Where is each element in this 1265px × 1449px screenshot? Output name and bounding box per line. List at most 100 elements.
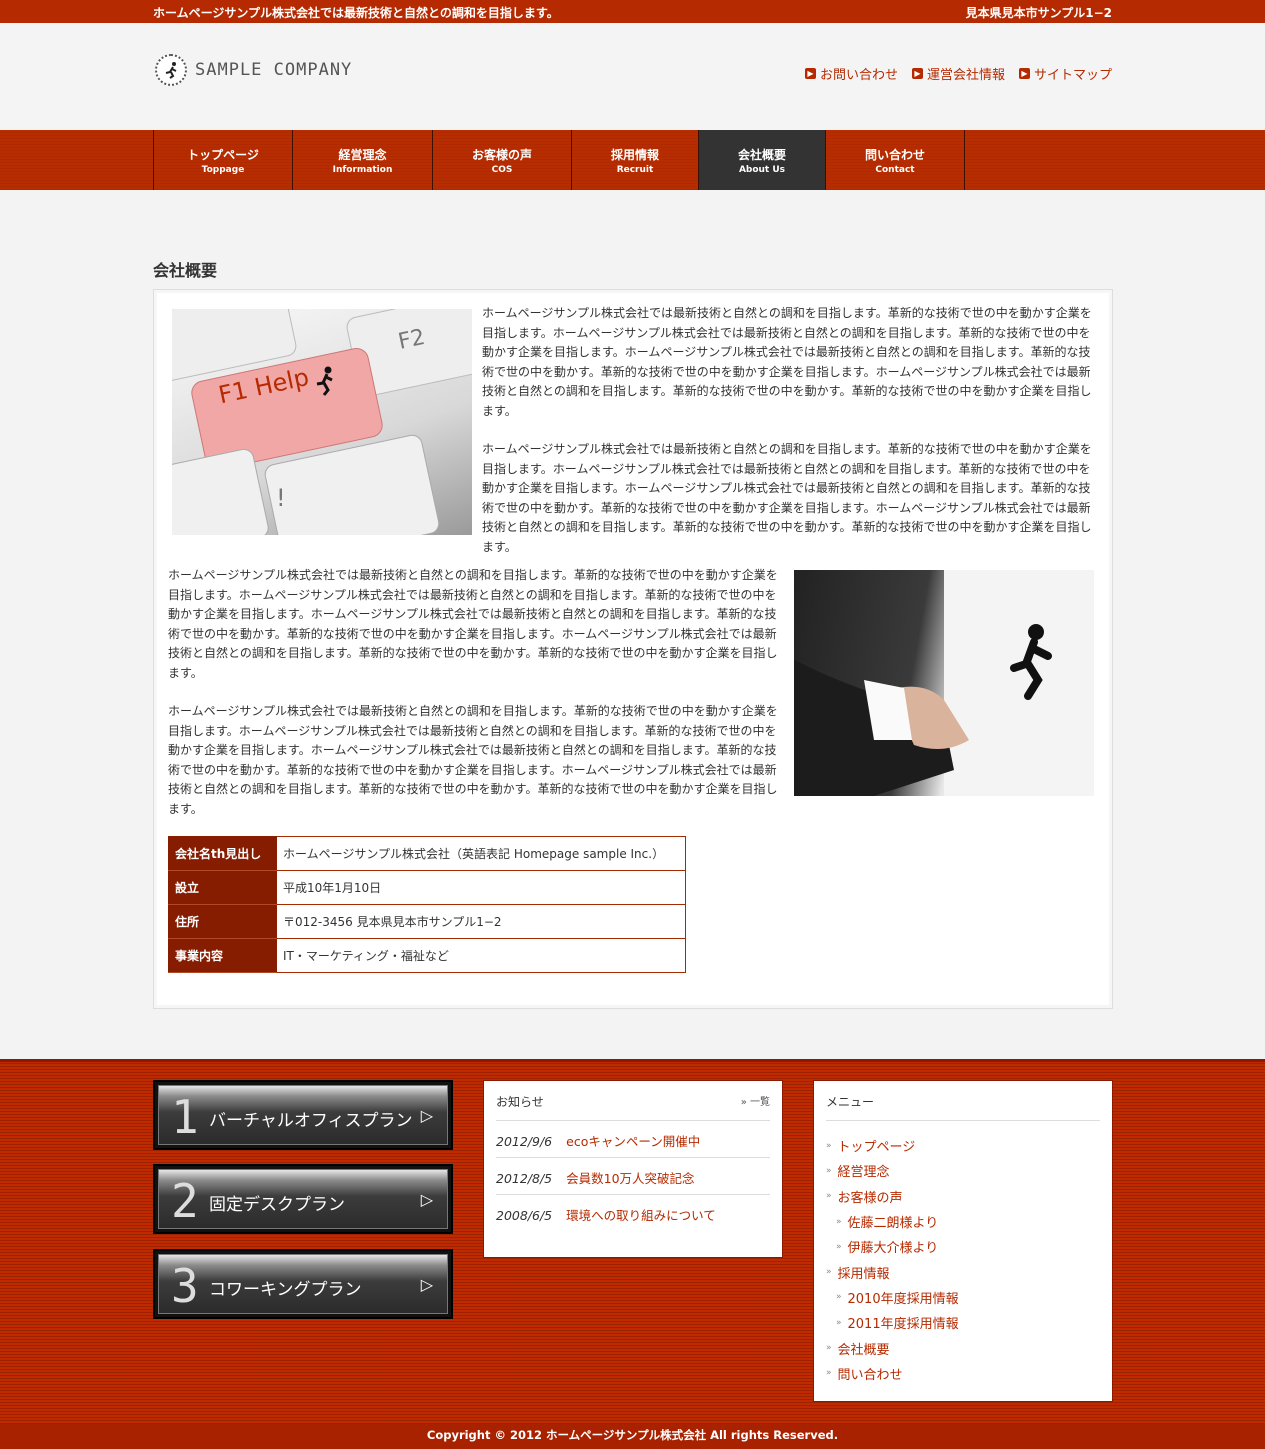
table-header-cell: 設立 bbox=[168, 870, 277, 905]
menu-heading: メニュー bbox=[826, 1095, 875, 1109]
news-item: 2012/9/6 ecoキャンペーン開催中 bbox=[496, 1121, 770, 1158]
nav-item-about-us[interactable]: 会社概要 About Us bbox=[699, 130, 826, 190]
svg-text:!: ! bbox=[276, 484, 286, 512]
menu-box: メニュー » トップページ » 経営理念 » お客様の声 » 佐藤二朗様より » 伊藤大介… bbox=[813, 1080, 1113, 1402]
nav-item-information[interactable]: 経営理念 Information bbox=[293, 130, 433, 190]
plan-label: 固定デスクプラン bbox=[209, 1195, 345, 1215]
laptop-hand-image bbox=[794, 570, 1094, 796]
news-box: お知らせ » 一覧 2012/9/6 ecoキャンペーン開催中 2012/8/5… bbox=[483, 1080, 783, 1258]
header: SAMPLE COMPANY ▶ お問い合わせ ▶ 運営会社情報 ▶ サイトマッ… bbox=[0, 23, 1265, 130]
menu-item-label: 採用情報 bbox=[837, 1266, 890, 1282]
news-more-link[interactable]: » 一覧 bbox=[741, 1093, 770, 1110]
plan-label: バーチャルオフィスプラン bbox=[209, 1111, 413, 1131]
news-title-link[interactable]: ecoキャンペーン開催中 bbox=[566, 1134, 700, 1149]
plan-banner-virtual-office[interactable]: 1 バーチャルオフィスプラン ▷ bbox=[153, 1080, 453, 1150]
header-link-label: お問い合わせ bbox=[819, 68, 898, 83]
body-paragraph-1: ホームページサンプル株式会社では最新技術と自然との調和を目指します。革新的な技術… bbox=[168, 568, 778, 680]
table-header-cell: 事業内容 bbox=[168, 938, 277, 973]
triangle-right-icon: ▷ bbox=[420, 1190, 433, 1209]
plan-label: コワーキングプラン bbox=[209, 1280, 362, 1300]
double-chevron-icon: » bbox=[826, 1165, 832, 1176]
table-row: 設立 平成10年1月10日 bbox=[168, 870, 686, 905]
table-cell: 平成10年1月10日 bbox=[276, 870, 686, 905]
triangle-right-icon: ▷ bbox=[420, 1275, 433, 1294]
menu-item-label: 佐藤二朗様より bbox=[847, 1216, 939, 1232]
nav-label-en: Contact bbox=[875, 164, 915, 175]
keyboard-help-image: F1 Help F2 ! bbox=[172, 309, 472, 535]
double-chevron-icon: » bbox=[826, 1343, 832, 1354]
news-item: 2008/6/5 環境への取り組みについて bbox=[496, 1195, 770, 1231]
nav-item-toppage[interactable]: トップページ Toppage bbox=[154, 130, 293, 190]
table-header-cell: 会社名th見出し bbox=[168, 836, 277, 871]
menu-subitem-ito[interactable]: » 伊藤大介様より bbox=[826, 1234, 1100, 1259]
plan-banner-bg: 3 コワーキングプラン ▷ bbox=[158, 1254, 448, 1314]
nav-label-en: About Us bbox=[738, 164, 786, 175]
news-date: 2012/9/6 bbox=[496, 1134, 553, 1149]
table-cell: 〒012-3456 見本県見本市サンプル1−2 bbox=[276, 904, 686, 939]
body-paragraph-2: ホームページサンプル株式会社では最新技術と自然との調和を目指します。革新的な技術… bbox=[168, 704, 778, 816]
double-chevron-icon: » bbox=[836, 1292, 842, 1303]
menu-item-label: 会社概要 bbox=[837, 1342, 890, 1358]
header-link-sitemap[interactable]: ▶ サイトマップ bbox=[1018, 64, 1112, 83]
double-chevron-icon: » bbox=[836, 1317, 842, 1328]
menu-item-toppage[interactable]: » トップページ bbox=[826, 1133, 1100, 1158]
nav-label-ja: 経営理念 bbox=[338, 147, 387, 162]
plan-banner-bg: 1 バーチャルオフィスプラン ▷ bbox=[158, 1085, 448, 1145]
plan-number: 2 bbox=[171, 1174, 199, 1228]
nav-item-contact[interactable]: 問い合わせ Contact bbox=[826, 130, 965, 190]
news-title-link[interactable]: 会員数10万人突破記念 bbox=[566, 1171, 694, 1186]
menu-item-label: トップページ bbox=[837, 1140, 916, 1156]
menu-item-recruit[interactable]: » 採用情報 bbox=[826, 1259, 1100, 1284]
nav-label-ja: お客様の声 bbox=[471, 147, 532, 162]
double-chevron-icon: » bbox=[826, 1267, 832, 1278]
plan-number: 1 bbox=[171, 1090, 199, 1144]
menu-subitem-recruit-2011[interactable]: » 2011年度採用情報 bbox=[826, 1310, 1100, 1335]
arrow-right-icon: ▶ bbox=[804, 68, 816, 79]
nav-label-ja: 会社概要 bbox=[737, 147, 786, 162]
news-date: 2008/6/5 bbox=[496, 1208, 553, 1223]
menu-item-label: 2010年度採用情報 bbox=[847, 1291, 959, 1307]
header-link-company-info[interactable]: ▶ 運営会社情報 bbox=[911, 64, 1005, 83]
global-nav: トップページ Toppage 経営理念 Information お客様の声 CO… bbox=[0, 130, 1265, 190]
news-title-link[interactable]: 環境への取り組みについて bbox=[566, 1208, 716, 1223]
nav-label-en: COS bbox=[491, 164, 513, 175]
news-more-label: 一覧 bbox=[750, 1097, 770, 1108]
arrow-right-icon: ▶ bbox=[911, 68, 923, 79]
table-row: 住所 〒012-3456 見本県見本市サンプル1−2 bbox=[168, 904, 686, 939]
menu-item-label: 2011年度採用情報 bbox=[847, 1317, 959, 1333]
arrow-right-icon: ▶ bbox=[1018, 68, 1030, 79]
intro-paragraph-2: ホームページサンプル株式会社では最新技術と自然との調和を目指します。革新的な技術… bbox=[482, 442, 1092, 554]
menu-item-label: お客様の声 bbox=[837, 1190, 903, 1206]
menu-item-about[interactable]: » 会社概要 bbox=[826, 1335, 1100, 1360]
nav-item-cos[interactable]: お客様の声 COS bbox=[433, 130, 572, 190]
running-man-icon bbox=[155, 54, 187, 86]
double-chevron-icon: » bbox=[836, 1241, 842, 1252]
plan-banner-coworking[interactable]: 3 コワーキングプラン ▷ bbox=[153, 1249, 453, 1319]
menu-item-contact[interactable]: » 問い合わせ bbox=[826, 1361, 1100, 1386]
header-link-label: 運営会社情報 bbox=[926, 68, 1005, 83]
nav-item-recruit[interactable]: 採用情報 Recruit bbox=[572, 130, 699, 190]
plan-number: 3 bbox=[171, 1259, 199, 1313]
menu-item-voices[interactable]: » お客様の声 bbox=[826, 1184, 1100, 1209]
double-chevron-icon: » bbox=[826, 1368, 832, 1379]
tagline: ホームページサンプル株式会社では最新技術と自然との調和を目指します。 bbox=[153, 6, 559, 20]
table-row: 会社名th見出し ホームページサンプル株式会社（英語表記 Homepage sa… bbox=[168, 836, 686, 871]
double-chevron-icon: » bbox=[826, 1191, 832, 1202]
header-links: ▶ お問い合わせ ▶ 運営会社情報 ▶ サイトマップ bbox=[804, 64, 1112, 83]
double-chevron-icon: » bbox=[836, 1216, 842, 1227]
intro-paragraph-1: ホームページサンプル株式会社では最新技術と自然との調和を目指します。革新的な技術… bbox=[482, 306, 1092, 418]
header-link-label: サイトマップ bbox=[1033, 68, 1112, 83]
company-info-table: 会社名th見出し ホームページサンプル株式会社（英語表記 Homepage sa… bbox=[168, 836, 686, 973]
logo[interactable]: SAMPLE COMPANY bbox=[155, 54, 352, 86]
header-link-contact[interactable]: ▶ お問い合わせ bbox=[804, 64, 898, 83]
nav-label-ja: トップページ bbox=[187, 147, 259, 162]
nav-label-ja: 問い合わせ bbox=[864, 147, 925, 162]
menu-item-philosophy[interactable]: » 経営理念 bbox=[826, 1158, 1100, 1183]
menu-subitem-sato[interactable]: » 佐藤二朗様より bbox=[826, 1209, 1100, 1234]
table-row: 事業内容 IT・マーケティング・福祉など bbox=[168, 938, 686, 973]
plan-banner-fixed-desk[interactable]: 2 固定デスクプラン ▷ bbox=[153, 1164, 453, 1234]
menu-subitem-recruit-2010[interactable]: » 2010年度採用情報 bbox=[826, 1285, 1100, 1310]
table-cell: IT・マーケティング・福祉など bbox=[276, 938, 686, 973]
copyright: Copyright © 2012 ホームページサンプル株式会社 All righ… bbox=[0, 1424, 1265, 1449]
plan-banner-bg: 2 固定デスクプラン ▷ bbox=[158, 1169, 448, 1229]
